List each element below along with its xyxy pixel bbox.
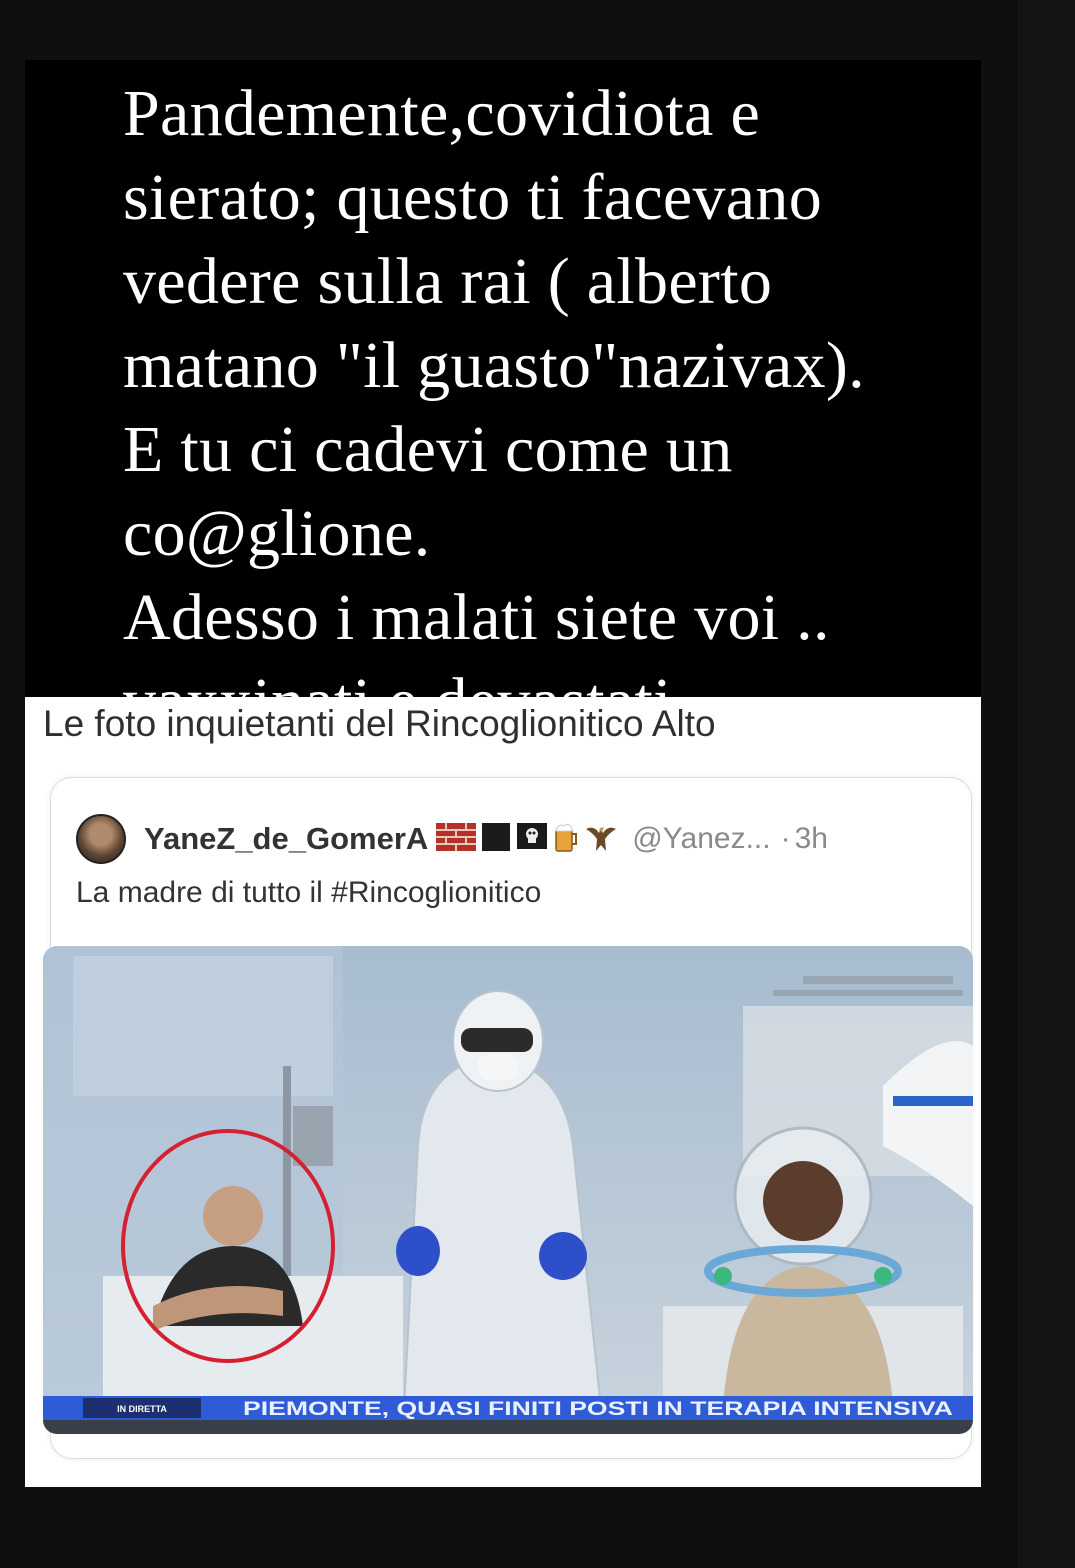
story-text-panel: Pandemente,covidiota e sierato; questo t… bbox=[25, 60, 981, 738]
tweet-card[interactable]: YaneZ_de_GomerA @Yanez... · 3h La madre … bbox=[43, 777, 973, 1459]
tweet-handle[interactable]: @Yanez... bbox=[632, 822, 770, 856]
pirate-flag-icon bbox=[516, 822, 548, 857]
name-emojis bbox=[436, 821, 618, 858]
tweet-text: La madre di tutto il #Rincoglionitico bbox=[76, 876, 542, 909]
beer-mug-icon bbox=[553, 821, 579, 858]
eagle-icon bbox=[584, 821, 618, 858]
tweet-timestamp[interactable]: 3h bbox=[795, 822, 828, 856]
post-headline: Le foto inquietanti del Rincoglionitico … bbox=[43, 703, 716, 744]
ticker-badge: IN DIRETTA bbox=[117, 1404, 167, 1414]
avatar[interactable] bbox=[76, 814, 126, 864]
black-square-icon bbox=[481, 822, 511, 857]
screenshot-post-card: Le foto inquietanti del Rincoglionitico … bbox=[25, 697, 981, 1487]
tweet-header: YaneZ_de_GomerA @Yanez... · 3h bbox=[76, 814, 828, 864]
story-caption: Pandemente,covidiota e sierato; questo t… bbox=[123, 77, 865, 738]
ticker-text: PIEMONTE, QUASI FINITI POSTI IN TERAPIA … bbox=[243, 1399, 953, 1420]
tweet-display-name[interactable]: YaneZ_de_GomerA bbox=[144, 821, 428, 857]
tweet-media-image[interactable]: IN DIRETTA PIEMONTE, QUASI FINITI POSTI … bbox=[43, 946, 973, 1434]
edge-strip bbox=[1018, 0, 1075, 1568]
brick-wall-icon bbox=[436, 822, 477, 856]
meta-separator: · bbox=[780, 822, 791, 855]
